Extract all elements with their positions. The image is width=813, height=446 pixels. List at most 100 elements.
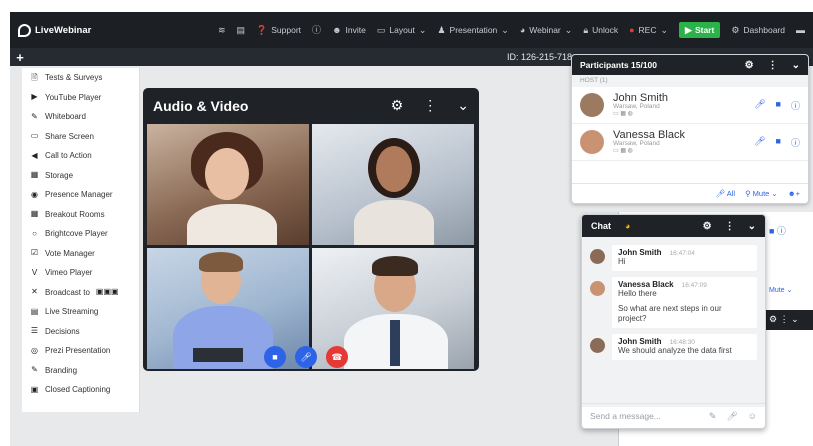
- menu-item-live-streaming[interactable]: ▤ Live Streaming: [22, 302, 139, 322]
- participant-row[interactable]: John Smith Warsaw, Poland ▭ ▦ ◍ 🎤︎ ■ ⓘ: [572, 87, 808, 124]
- microphone-icon[interactable]: 🎤︎: [754, 99, 765, 112]
- chevron-down-icon[interactable]: ⌄: [457, 97, 469, 114]
- chat-message: John Smith 16:47:04 Hi: [590, 245, 757, 271]
- camera-icon: ■: [272, 352, 278, 362]
- more-vertical-icon[interactable]: ⋮: [725, 221, 735, 232]
- lock-icon: 🔒︎: [583, 24, 589, 35]
- menu-item-tests-surveys[interactable]: 🗎 Tests & Surveys: [22, 68, 139, 88]
- chevron-down-icon[interactable]: ⌄: [792, 60, 800, 71]
- microphone-button[interactable]: 🎤︎: [295, 346, 317, 368]
- info-icon[interactable]: ⓘ: [791, 136, 800, 149]
- chat-panel[interactable]: Chat ◕ ⚙ ⋮ ⌄ John Smith 16:47:04 Hi Vanes…: [581, 214, 766, 429]
- menu-item-breakout-rooms[interactable]: ▦ Breakout Rooms: [22, 205, 139, 225]
- hang-up-button[interactable]: ☎: [326, 346, 348, 368]
- rec-button[interactable]: ● REC ⌄: [629, 25, 668, 35]
- participant-row[interactable]: Vanessa Black Warsaw, Poland ▭ ▦ ◍ 🎤︎ ■ …: [572, 124, 808, 161]
- menu-item-prezi-presentation[interactable]: ◎ Prezi Presentation: [22, 341, 139, 361]
- menu-item-storage[interactable]: ▦ Storage: [22, 166, 139, 186]
- chat-input-icons: ✎ 🎤︎ ☺: [709, 411, 757, 422]
- background-mute-link[interactable]: Mute ⌄: [769, 286, 792, 294]
- emoji-avatar-icon[interactable]: ◕: [625, 221, 630, 231]
- menu-item-closed-captioning[interactable]: ▣ Closed Captioning: [22, 380, 139, 400]
- start-button[interactable]: ▶ Start: [679, 22, 721, 38]
- avatar: [580, 93, 604, 117]
- call-controls: ■ 🎤︎ ☎: [264, 346, 348, 368]
- menu-item-branding[interactable]: ✎ Branding: [22, 361, 139, 381]
- audio-video-title: Audio & Video: [153, 97, 249, 114]
- vote-icon: ☑: [30, 248, 39, 258]
- chat-header[interactable]: Chat ◕ ⚙ ⋮ ⌄: [582, 215, 765, 237]
- microphone-icon[interactable]: 🎤︎: [726, 411, 737, 422]
- message-bubble: John Smith 16:48:30 We should analyze the…: [612, 334, 757, 360]
- menu-item-decisions[interactable]: ☰ Decisions: [22, 322, 139, 342]
- camera-button[interactable]: ■: [264, 346, 286, 368]
- avatar: [590, 280, 605, 296]
- dashboard-button[interactable]: ⚙ Dashboard: [731, 25, 785, 35]
- video-tile[interactable]: [147, 124, 309, 245]
- menu-item-vote-manager[interactable]: ☑ Vote Manager: [22, 244, 139, 264]
- camera-icon[interactable]: ■: [776, 136, 781, 149]
- avatar: [580, 130, 604, 154]
- gear-icon[interactable]: ⚙: [745, 60, 754, 71]
- webinar-icon: ◕: [519, 24, 526, 35]
- microphone-icon[interactable]: 🎤︎: [754, 136, 765, 149]
- person-body: [187, 204, 277, 245]
- chat-input-bar: Send a message... ✎ 🎤︎ ☺: [582, 403, 765, 428]
- audio-video-header[interactable]: Audio & Video ⚙ ⋮ ⌄: [143, 88, 479, 123]
- menu-item-broadcast[interactable]: ✕ Broadcast to ▣▣▣: [22, 283, 139, 303]
- participants-panel[interactable]: Participants 15/100 ⚙ ⋮ ⌄ HOST (1) John …: [571, 54, 809, 204]
- brand-name: LiveWebinar: [35, 24, 92, 36]
- presentation-menu[interactable]: ♟ Presentation ⌄: [437, 25, 508, 35]
- pen-icon: ✎: [31, 111, 38, 121]
- keyboard-icon[interactable]: ▤: [237, 25, 246, 35]
- webinar-menu[interactable]: ◕ Webinar ⌄: [520, 25, 572, 35]
- video-tile[interactable]: [312, 124, 474, 245]
- chat-title: Chat: [591, 221, 611, 231]
- audio-video-window[interactable]: Audio & Video ⚙ ⋮ ⌄ ■ 🎤︎ ☎: [143, 88, 479, 371]
- brand-logo[interactable]: LiveWebinar: [18, 23, 92, 37]
- film-icon: ▤: [30, 306, 39, 316]
- unlock-button[interactable]: 🔒︎ Unlock: [583, 25, 618, 35]
- menu-item-share-screen[interactable]: ▭ Share Screen: [22, 127, 139, 147]
- avatar: [590, 249, 605, 264]
- menu-item-brightcove-player[interactable]: ○ Brightcove Player: [22, 224, 139, 244]
- message-input[interactable]: Send a message...: [590, 411, 661, 421]
- message-bubble: Vanessa Black 16:47:09 Hello there So wha…: [612, 276, 757, 329]
- menu-item-vimeo-player[interactable]: V Vimeo Player: [22, 263, 139, 283]
- add-user-icon[interactable]: ☻+: [788, 189, 800, 198]
- menu-item-call-to-action[interactable]: ◀ Call to Action: [22, 146, 139, 166]
- invite-button[interactable]: ☻ Invite: [332, 25, 366, 35]
- support-button[interactable]: ❓ Support: [256, 25, 301, 35]
- chevron-down-icon: ⌄: [418, 24, 427, 35]
- chevron-down-icon: ⌄: [660, 24, 669, 35]
- device-icons: ▭ ▦ ◍: [613, 111, 633, 118]
- record-dot-icon: ●: [629, 24, 635, 35]
- menu-item-youtube-player[interactable]: ▶ YouTube Player: [22, 88, 139, 108]
- chat-messages: John Smith 16:47:04 Hi Vanessa Black 16:47…: [582, 237, 765, 407]
- chevron-down-icon[interactable]: ⌄: [748, 221, 756, 232]
- add-widget-button[interactable]: +: [10, 50, 30, 65]
- message-text: So what are next steps in our project?: [618, 303, 722, 324]
- more-vertical-icon[interactable]: ⋮: [423, 97, 437, 114]
- language-flag[interactable]: ▬: [796, 25, 805, 35]
- more-vertical-icon[interactable]: ⋮: [768, 60, 778, 71]
- mute-button[interactable]: ⚲ Mute ⌄: [745, 189, 778, 198]
- mute-all-microphone-button[interactable]: 🎤︎ All: [716, 189, 736, 198]
- layout-menu[interactable]: ▭ Layout ⌄: [377, 25, 427, 35]
- emoji-icon[interactable]: ☺: [748, 411, 757, 422]
- participants-header[interactable]: Participants 15/100 ⚙ ⋮ ⌄: [572, 55, 808, 75]
- info-icon[interactable]: ⓘ: [791, 99, 800, 112]
- participant-actions: 🎤︎ ■ ⓘ: [754, 99, 800, 112]
- cc-icon: ▣: [30, 384, 39, 394]
- background-header-controls[interactable]: ⚙ ⋮ ⌄: [769, 314, 799, 325]
- camera-icon[interactable]: ■: [776, 99, 781, 112]
- menu-item-whiteboard[interactable]: ✎ Whiteboard: [22, 107, 139, 127]
- attachment-icon[interactable]: ✎: [709, 411, 717, 422]
- settings-gear-icon[interactable]: ⚙: [391, 97, 404, 114]
- person-hair: [199, 252, 243, 272]
- gear-icon[interactable]: ⚙: [703, 221, 712, 232]
- info-icon: ⓘ: [312, 24, 322, 35]
- question-icon: ❓: [256, 24, 268, 35]
- info-button[interactable]: ⓘ: [312, 24, 322, 35]
- menu-item-presence-manager[interactable]: ◉ Presence Manager: [22, 185, 139, 205]
